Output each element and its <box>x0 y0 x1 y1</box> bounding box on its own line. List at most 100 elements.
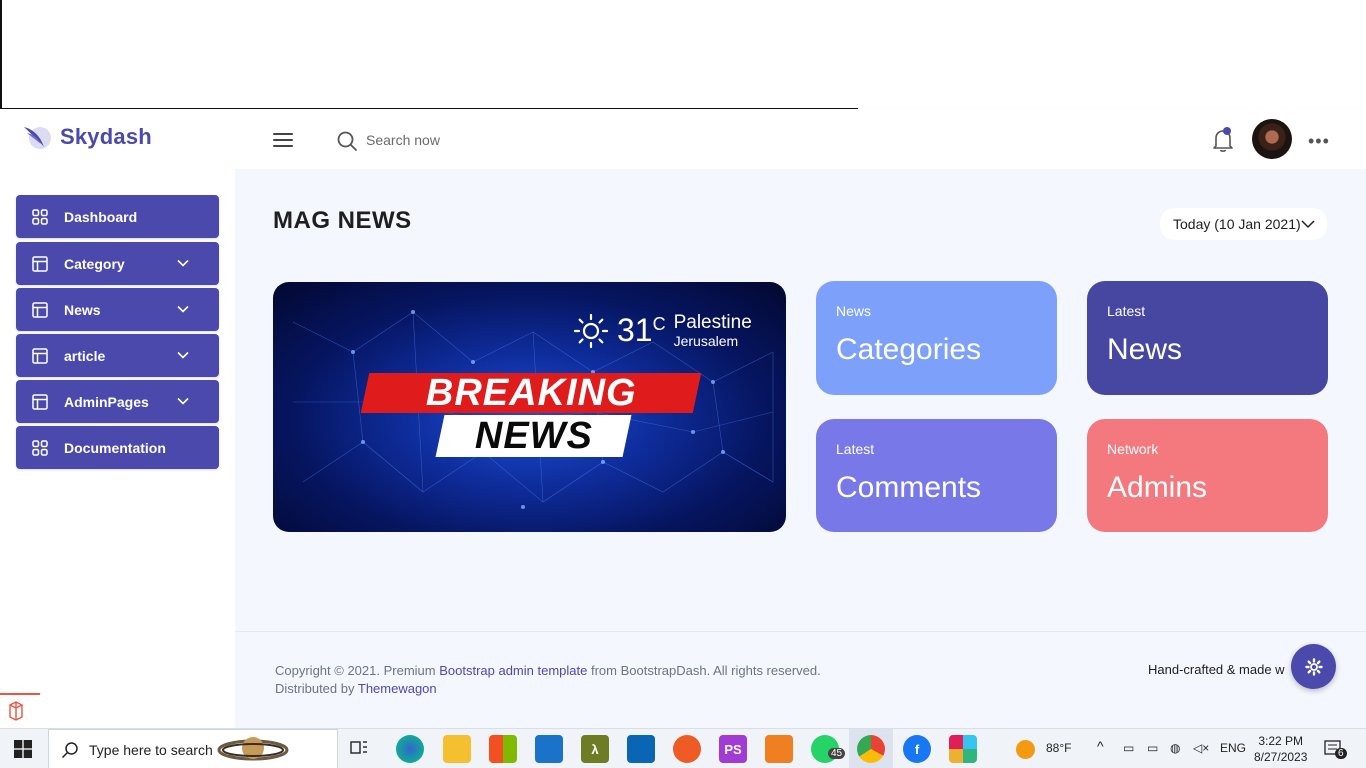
sidebar-item-adminpages[interactable]: AdminPages <box>16 380 219 423</box>
search-input[interactable] <box>366 128 586 152</box>
chrome-icon[interactable] <box>857 735 885 763</box>
grid-icon <box>32 439 48 456</box>
whatsapp-badge: 45 <box>828 748 846 759</box>
brand[interactable]: Skydash <box>22 121 152 153</box>
chevron-down-icon <box>177 351 189 359</box>
sidebar-item-label: Category <box>64 255 125 272</box>
headline-top: BREAKING <box>425 371 637 414</box>
saturn-image-icon <box>217 737 289 761</box>
card-news-categories[interactable]: News Categories <box>816 281 1057 395</box>
taskbar-weather[interactable]: 88°F <box>1046 741 1071 755</box>
chevron-down-icon <box>1301 220 1315 229</box>
sidebar-item-article[interactable]: article <box>16 334 219 377</box>
postman-icon[interactable] <box>673 735 701 763</box>
card-title: News <box>1107 333 1183 366</box>
windows-taskbar: Type here to search λ PS 45 f 88°F ^ ▭ ▭… <box>0 728 1366 768</box>
microsoft-store-icon[interactable] <box>489 735 517 763</box>
layout-icon <box>32 347 48 364</box>
distributed-prefix: Distributed by <box>275 681 355 696</box>
mail-icon[interactable] <box>535 735 563 763</box>
volume-muted-icon[interactable]: ◁× <box>1193 741 1209 755</box>
layout-icon <box>32 255 48 272</box>
location-subcity: Jerusalem <box>673 333 739 349</box>
card-caption: Latest <box>1107 303 1146 319</box>
card-caption: Latest <box>836 441 875 457</box>
sidebar-item-label: Dashboard <box>64 208 138 225</box>
page-title: MAG NEWS <box>273 207 412 234</box>
chevron-down-icon <box>177 259 189 267</box>
headline-bottom: NEWS <box>474 414 593 457</box>
headline-bottom-block: NEWS <box>435 414 632 457</box>
lambda-app-icon[interactable]: λ <box>581 735 609 763</box>
top-blank-frame <box>0 0 858 109</box>
handcrafted-text: Hand-crafted & made w <box>1148 662 1285 677</box>
copyright-prefix: Copyright © 2021. Premium <box>275 663 436 678</box>
card-network-admins[interactable]: Network Admins <box>1087 419 1328 532</box>
card-caption: News <box>836 303 872 319</box>
top-navbar: Skydash ••• <box>0 109 1366 169</box>
phpstorm-icon[interactable]: PS <box>719 735 747 763</box>
slack-icon[interactable] <box>949 735 977 763</box>
sidebar-item-label: AdminPages <box>64 393 149 410</box>
chevron-down-icon <box>177 305 189 313</box>
date-filter-label: Today (10 Jan 2021) <box>1173 216 1301 232</box>
more-options-icon[interactable]: ••• <box>1308 131 1330 152</box>
sidebar-item-label: article <box>64 347 106 364</box>
card-title: Comments <box>836 471 982 504</box>
location: Palestine Jerusalem <box>674 313 752 348</box>
date-filter-dropdown[interactable]: Today (10 Jan 2021) <box>1160 208 1327 240</box>
user-avatar[interactable] <box>1252 119 1292 159</box>
clock-time: 3:22 PM <box>1258 734 1304 748</box>
language-indicator[interactable]: ENG <box>1220 741 1246 755</box>
weather-widget: 31 C Palestine Jerusalem <box>573 312 752 349</box>
card-latest-comments[interactable]: Latest Comments <box>816 419 1057 532</box>
sidebar-item-dashboard[interactable]: Dashboard <box>16 195 219 238</box>
taskbar-search-box[interactable]: Type here to search <box>48 729 338 768</box>
sidebar-item-category[interactable]: Category <box>16 242 219 285</box>
card-title: Categories <box>836 333 982 366</box>
xampp-icon[interactable] <box>765 735 793 763</box>
file-explorer-icon[interactable] <box>443 735 471 763</box>
notification-bell-icon[interactable] <box>1210 125 1236 153</box>
skydash-logo-icon <box>24 127 51 149</box>
search-icon <box>337 131 357 151</box>
temperature-unit: C <box>652 314 666 334</box>
clock[interactable]: 3:22 PM 8/27/2023 <box>1254 733 1307 765</box>
battery-icon[interactable]: ▭ <box>1147 741 1158 755</box>
layout-icon <box>32 393 48 410</box>
gear-icon <box>1304 657 1323 676</box>
sidebar-item-news[interactable]: News <box>16 288 219 331</box>
search-icon <box>61 742 78 759</box>
notification-count: 6 <box>1335 748 1347 759</box>
brand-name: Skydash <box>60 124 152 149</box>
card-title: Admins <box>1107 471 1208 504</box>
copyright-suffix: from BootstrapDash. All rights reserved. <box>590 663 821 678</box>
settings-gear-button[interactable] <box>1291 644 1336 689</box>
meeting-icon[interactable]: ▭ <box>1123 741 1134 755</box>
copyright-text: Copyright © 2021. Premium Bootstrap admi… <box>275 662 821 698</box>
sidebar-item-documentation[interactable]: Documentation <box>16 426 219 469</box>
themewagon-link[interactable]: Themewagon <box>358 681 437 696</box>
sidebar: Dashboard Category News article AdminPag… <box>0 169 235 728</box>
menu-toggle-icon[interactable] <box>273 133 293 147</box>
taskbar-search-text: Type here to search <box>89 742 213 758</box>
bootstrap-template-link[interactable]: Bootstrap admin template <box>439 663 587 678</box>
network-globe-icon[interactable]: ◍ <box>1170 741 1180 755</box>
sidebar-item-label: News <box>64 301 101 318</box>
chevron-up-icon[interactable]: ^ <box>1097 738 1104 754</box>
laravel-debug-icon[interactable] <box>0 693 40 728</box>
temperature-value: 31 <box>617 312 653 348</box>
breaking-news-banner[interactable]: 31 C Palestine Jerusalem BREAKING NEWS <box>273 282 786 532</box>
headline-top-block: BREAKING <box>360 371 702 414</box>
vscode-icon[interactable] <box>627 735 655 763</box>
edge-browser-icon[interactable] <box>396 735 424 763</box>
facebook-icon[interactable]: f <box>903 735 931 763</box>
task-view-icon[interactable] <box>350 740 368 758</box>
footer: Copyright © 2021. Premium Bootstrap admi… <box>235 631 1366 728</box>
weather-sun-icon[interactable] <box>1016 740 1035 759</box>
sun-icon <box>573 313 609 348</box>
grid-icon <box>32 208 48 225</box>
card-latest-news[interactable]: Latest News <box>1087 281 1328 395</box>
chevron-down-icon <box>177 397 189 405</box>
windows-start-icon[interactable] <box>14 740 32 758</box>
